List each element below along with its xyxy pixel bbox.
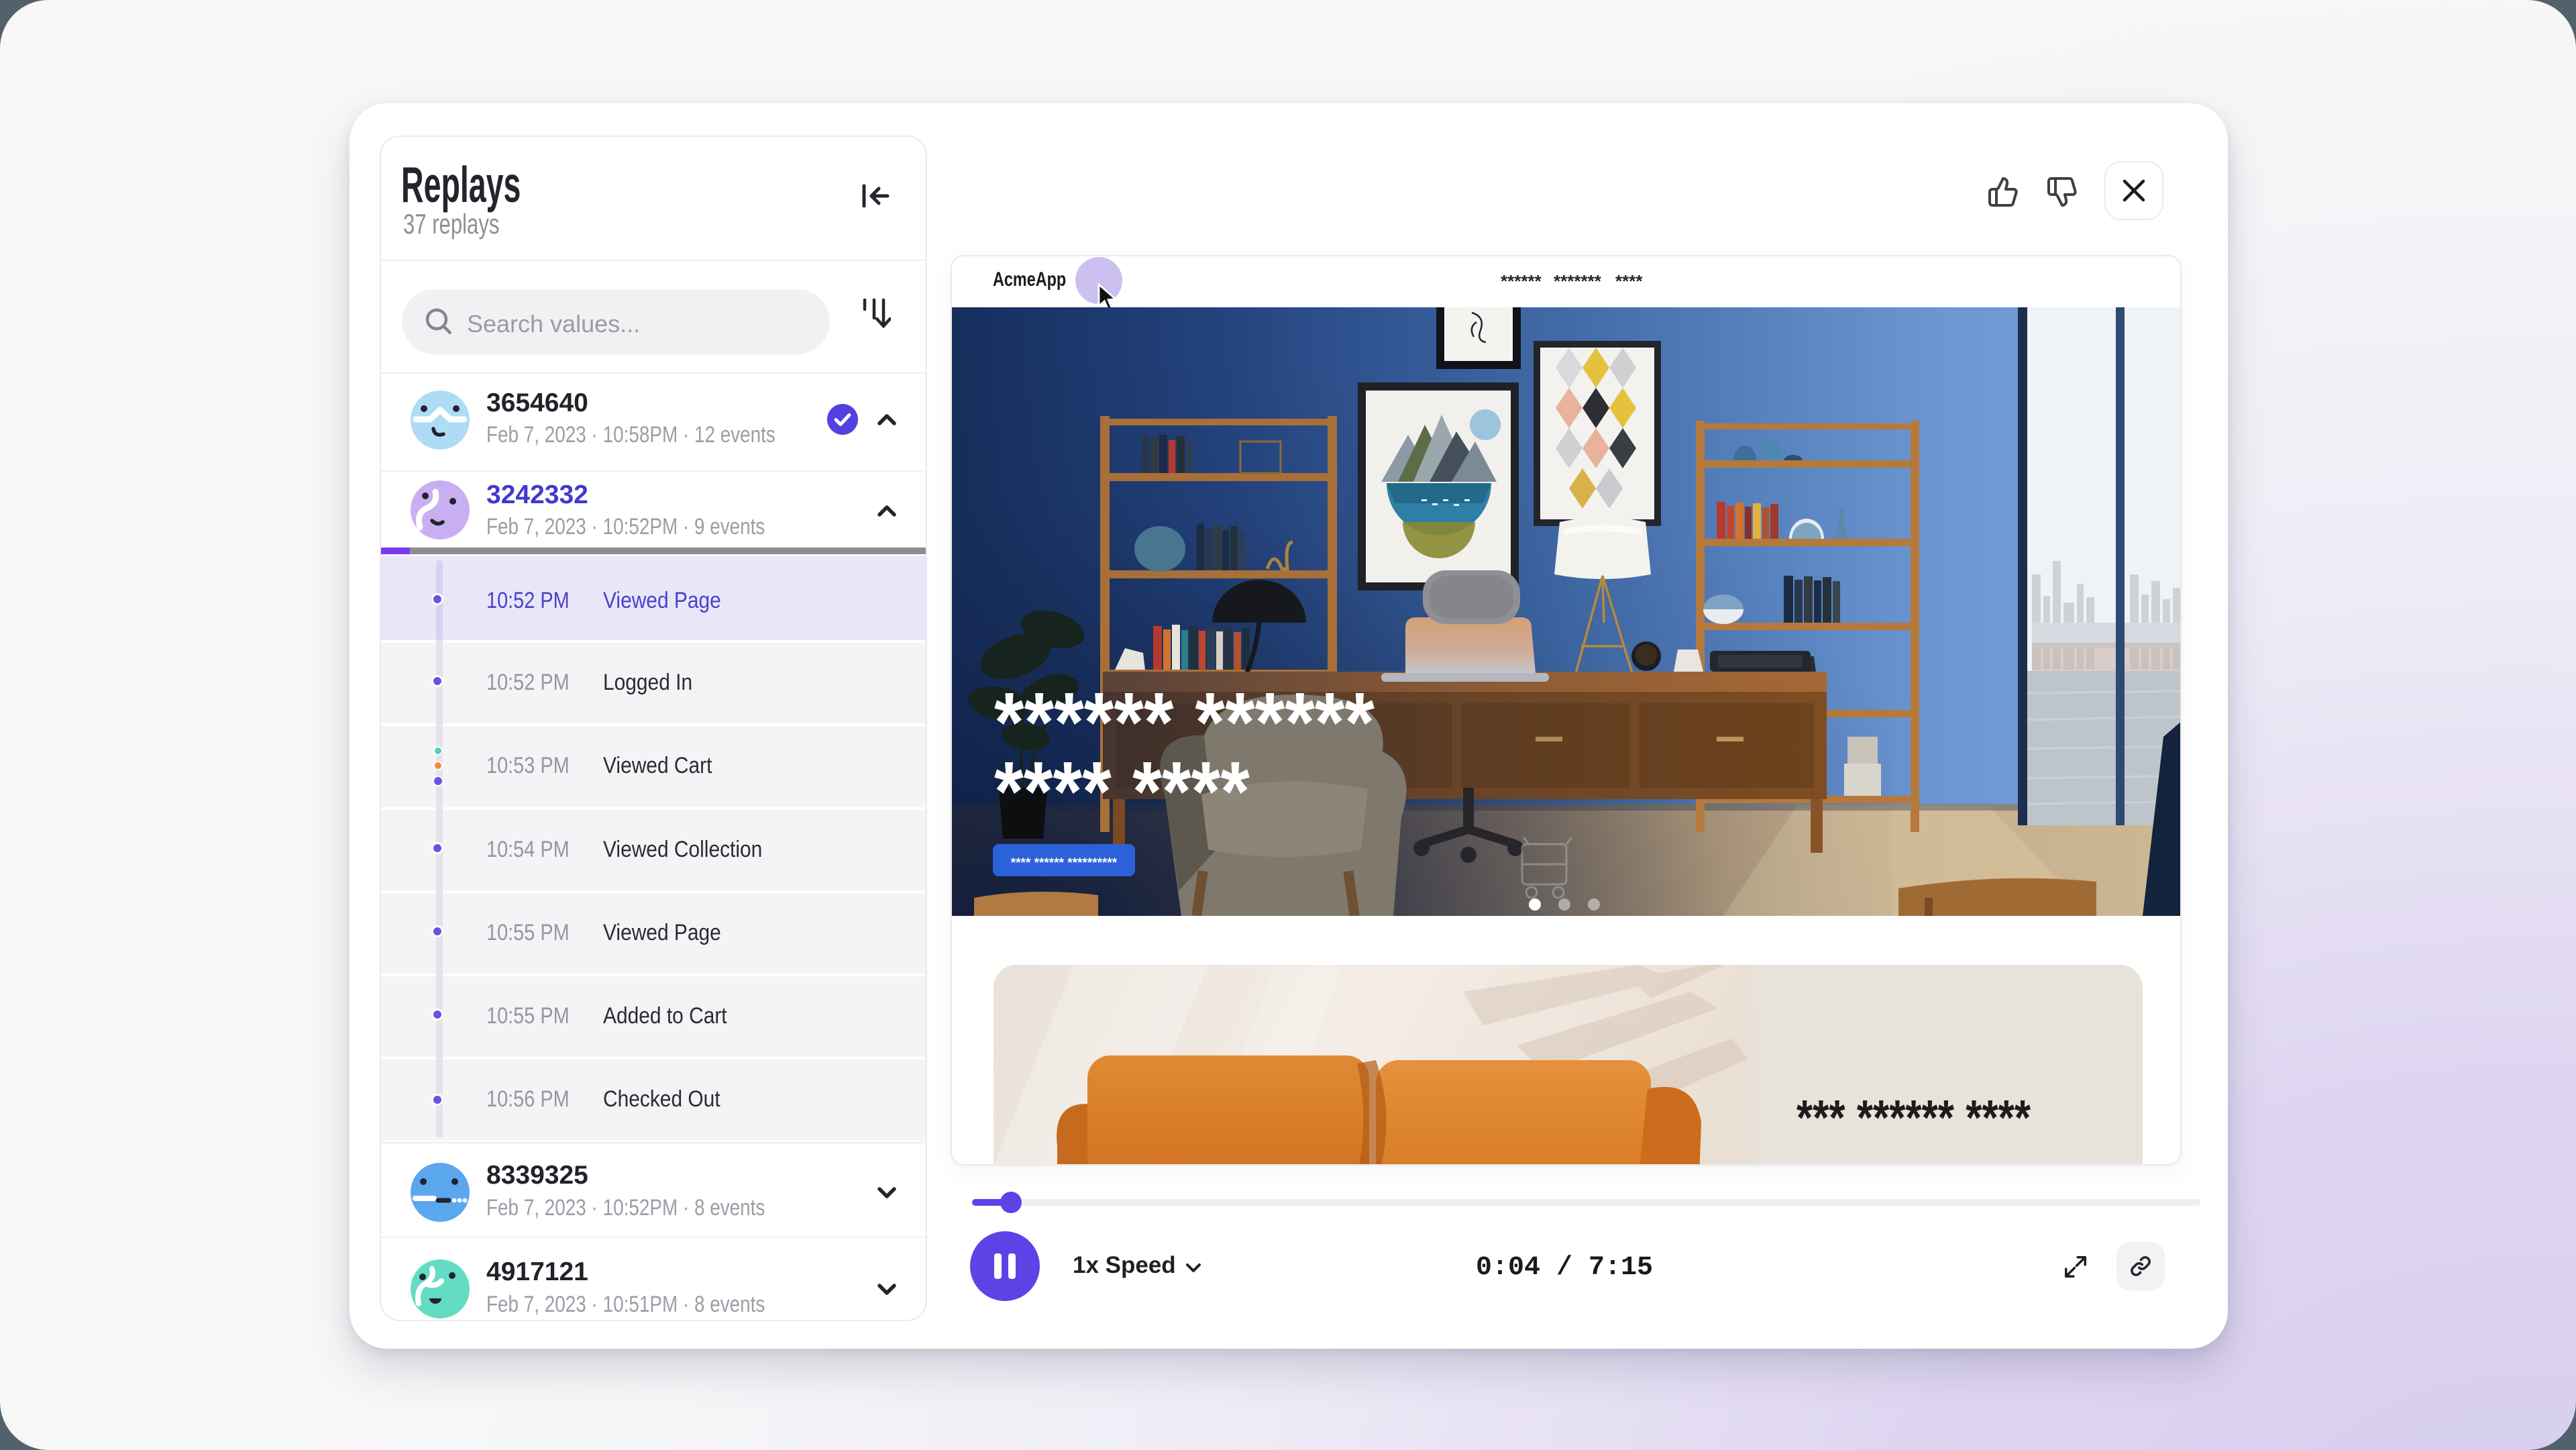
- svg-text:**** ****: **** ****: [994, 744, 1250, 839]
- svg-text:**** ****** **********: **** ****** **********: [1011, 856, 1118, 870]
